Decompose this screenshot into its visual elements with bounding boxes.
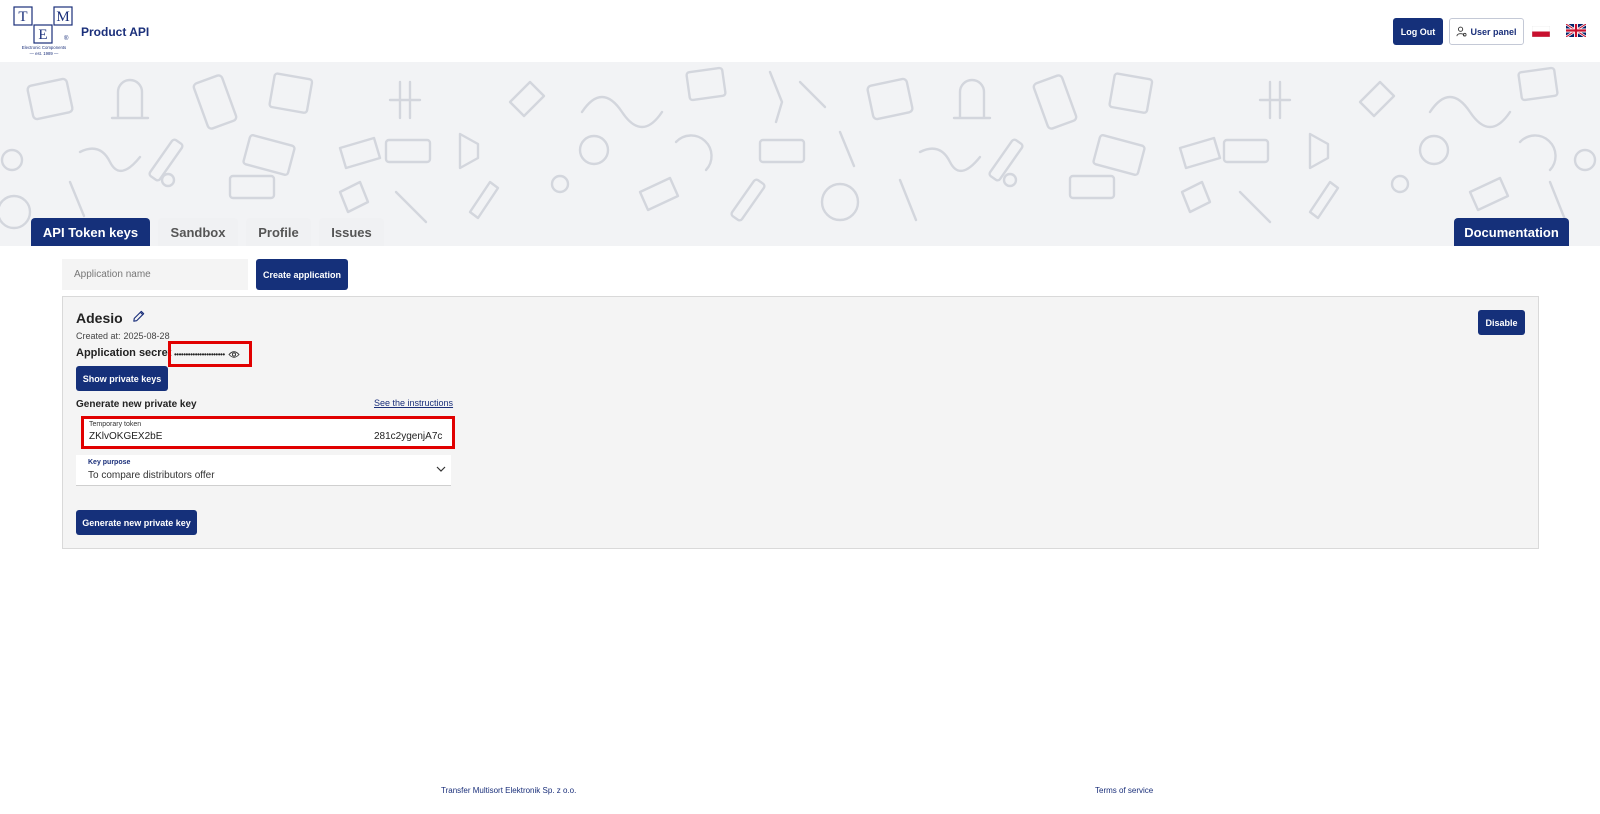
temporary-token-field[interactable]: Temporary token ZKlvOKGEX2bE 281c2ygenjA… <box>81 416 455 449</box>
logo-letter-t: T <box>18 9 27 25</box>
key-purpose-select[interactable]: Key purpose To compare distributors offe… <box>76 455 451 486</box>
logo-est: — est. 1989 — <box>30 51 59 56</box>
disable-button[interactable]: Disable <box>1478 310 1525 335</box>
logo-letter-e: E <box>38 27 47 43</box>
show-private-keys-button[interactable]: Show private keys <box>76 366 168 391</box>
application-secret-value: •••••••••••••••••••••• <box>168 341 252 367</box>
generate-key-heading: Generate new private key <box>76 399 197 410</box>
pl-flag-icon[interactable] <box>1532 26 1550 37</box>
application-name-input[interactable] <box>62 259 248 290</box>
user-gear-icon <box>1456 26 1467 37</box>
footer-terms-link[interactable]: Terms of service <box>1095 786 1153 795</box>
chevron-down-icon <box>436 466 446 472</box>
create-application-button[interactable]: Create application <box>256 259 348 290</box>
secret-masked-text: •••••••••••••••••••••• <box>174 349 225 359</box>
logo-registered: ® <box>64 35 69 42</box>
temporary-token-label: Temporary token <box>89 421 142 428</box>
temporary-token-start: ZKlvOKGEX2bE <box>89 431 163 442</box>
see-instructions-link[interactable]: See the instructions <box>374 398 453 408</box>
tme-logo[interactable]: T M E ® Electronic Components — est. 198… <box>12 6 76 56</box>
user-panel-button[interactable]: User panel <box>1449 18 1524 45</box>
created-at-date: 2025-08-28 <box>123 331 170 341</box>
product-title: Product API <box>81 25 150 39</box>
header: T M E ® Electronic Components — est. 198… <box>0 0 1600 62</box>
electronic-components-pattern <box>0 66 1597 230</box>
logo-tagline: Electronic Components <box>22 45 66 50</box>
tab-issues[interactable]: Issues <box>319 218 384 246</box>
generate-private-key-button[interactable]: Generate new private key <box>76 510 197 535</box>
tab-api-token-keys[interactable]: API Token keys <box>31 218 150 246</box>
token-redaction <box>162 430 372 443</box>
application-card: Adesio Created at: 2025-08-28 Application… <box>62 296 1539 549</box>
key-purpose-value: To compare distributors offer <box>88 470 215 481</box>
logo-letter-m: M <box>56 9 69 25</box>
temporary-token-end: 281c2ygenjA7c <box>374 431 443 442</box>
eye-icon[interactable] <box>228 350 240 359</box>
tab-sandbox[interactable]: Sandbox <box>158 218 238 246</box>
documentation-button[interactable]: Documentation <box>1454 218 1569 246</box>
pencil-icon[interactable] <box>131 309 146 324</box>
hero-banner <box>0 62 1600 246</box>
logout-button[interactable]: Log Out <box>1393 18 1443 45</box>
application-name: Adesio <box>76 310 123 326</box>
tab-profile[interactable]: Profile <box>246 218 311 246</box>
created-at: Created at: 2025-08-28 <box>76 331 170 341</box>
footer-company-link[interactable]: Transfer Multisort Elektronik Sp. z o.o. <box>441 786 576 795</box>
application-secret-label: Application secret <box>76 347 172 359</box>
created-at-label: Created at: <box>76 331 121 341</box>
uk-flag-icon[interactable] <box>1566 24 1586 37</box>
user-panel-label: User panel <box>1470 26 1517 37</box>
key-purpose-label: Key purpose <box>88 459 131 466</box>
